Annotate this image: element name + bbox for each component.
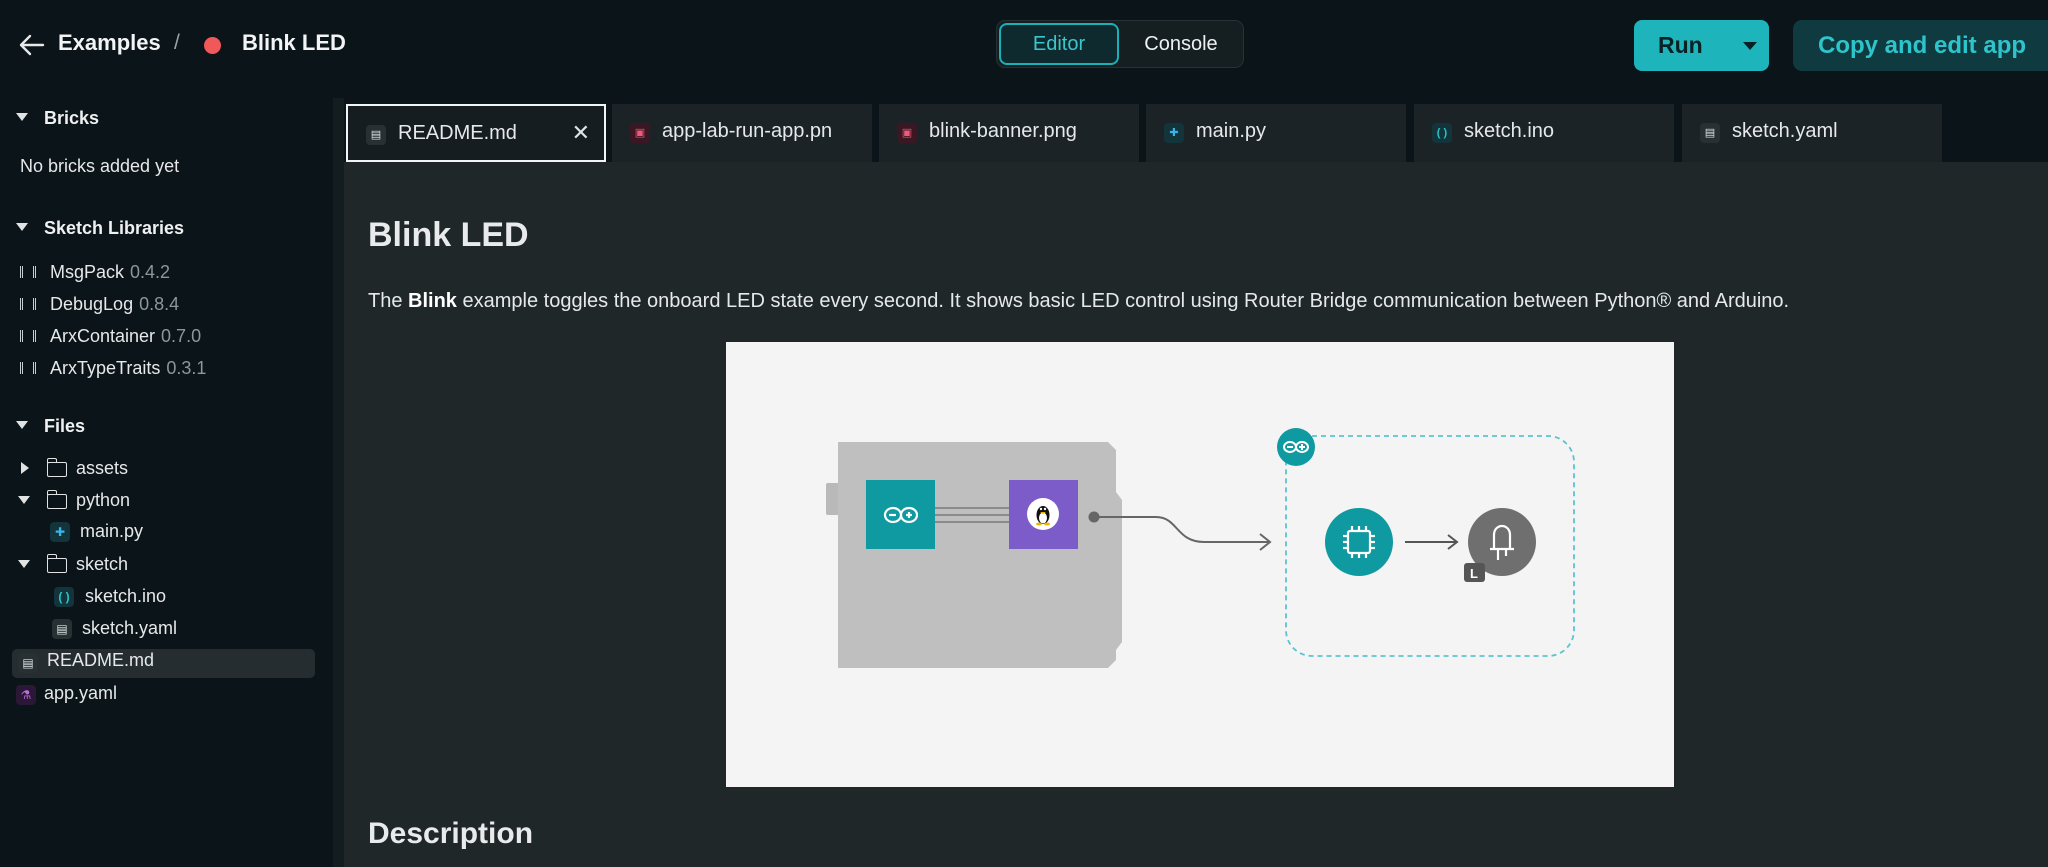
run-button-label: Run [1658, 32, 1703, 58]
file-label: main.py [80, 521, 144, 541]
chevron-down-icon [18, 496, 30, 504]
tab-label: sketch.ino [1464, 120, 1555, 142]
tab-main-py[interactable]: ✚ main.py [1146, 104, 1406, 162]
tab-label: sketch.yaml [1732, 120, 1838, 142]
breadcrumb-examples[interactable]: Examples [58, 30, 161, 56]
led-badge-letter: L [1470, 566, 1478, 581]
microcontroller-node [1325, 508, 1393, 576]
image-icon: ▣ [897, 123, 917, 143]
blink-diagram: L [826, 428, 1575, 668]
flask-icon: ⚗ [16, 685, 36, 705]
arduino-file-icon: ( ) [1432, 123, 1452, 143]
python-icon: ✚ [50, 522, 70, 542]
run-button[interactable]: Run [1634, 20, 1769, 71]
bricks-title: Bricks [44, 108, 100, 128]
libraries-title: Sketch Libraries [44, 218, 185, 238]
tab-sketch-yaml[interactable]: ▤ sketch.yaml [1682, 104, 1942, 162]
intro-text-start: The [368, 290, 409, 312]
breadcrumb-app-name: Blink LED [242, 30, 346, 55]
description-heading: Description [368, 817, 534, 850]
library-name: DebugLog [50, 294, 134, 314]
readme-title: Blink LED [368, 216, 529, 254]
intro-text-rest: example toggles the onboard LED state ev… [456, 290, 1790, 312]
library-item[interactable]: ArxContainer 0.7.0 [20, 326, 201, 347]
chevron-down-icon [16, 223, 28, 231]
python-icon: ✚ [1164, 123, 1184, 143]
tab-console[interactable]: Console [1125, 23, 1237, 65]
copy-and-edit-label: Copy and edit app [1818, 32, 2027, 59]
doc-icon: ▤ [1700, 123, 1720, 143]
tab-sketch-ino[interactable]: ( ) sketch.ino [1414, 104, 1674, 162]
doc-icon: ▤ [52, 619, 72, 639]
back-arrow-icon[interactable] [18, 28, 46, 62]
folder-icon [46, 554, 67, 573]
readme-intro: The Blink example toggles the onboard LE… [368, 290, 1789, 313]
folder-label: assets [76, 458, 129, 478]
library-version: 0.3.1 [166, 358, 207, 378]
library-item[interactable]: DebugLog 0.8.4 [20, 294, 179, 315]
tab-editor[interactable]: Editor [999, 23, 1119, 65]
sidebar: Bricks No bricks added yet Sketch Librar… [0, 98, 333, 867]
folder-icon [46, 458, 67, 477]
tab-app-lab-run-app[interactable]: ▣ app-lab-run-app.pn [612, 104, 872, 162]
bricks-section-header[interactable]: Bricks [16, 108, 99, 129]
tab-label: app-lab-run-app.pn [662, 120, 833, 142]
image-icon: ▣ [630, 123, 650, 143]
library-name: ArxContainer [50, 326, 156, 346]
app-status-dot [204, 37, 221, 54]
library-item[interactable]: MsgPack 0.4.2 [20, 262, 170, 283]
file-label: sketch.ino [85, 586, 167, 606]
library-name: MsgPack [50, 262, 125, 282]
library-version: 0.7.0 [161, 326, 202, 346]
library-icon [20, 298, 36, 310]
copy-and-edit-button[interactable]: Copy and edit app [1793, 20, 2048, 71]
no-bricks-text: No bricks added yet [20, 156, 180, 176]
chevron-right-icon [21, 462, 29, 474]
close-icon[interactable]: ✕ [572, 120, 590, 146]
chevron-down-icon [16, 421, 28, 429]
tab-label: blink-banner.png [929, 120, 1077, 142]
files-section-header[interactable]: Files [16, 416, 85, 437]
file-label[interactable]: README.md [47, 650, 154, 671]
tab-label: main.py [1196, 120, 1267, 142]
tab-blink-banner[interactable]: ▣ blink-banner.png [879, 104, 1139, 162]
file-label: sketch.yaml [82, 618, 178, 638]
chevron-down-icon[interactable] [1743, 42, 1757, 50]
file-label: app.yaml [44, 683, 118, 703]
sidebar-resize-handle[interactable] [333, 98, 344, 867]
files-title: Files [44, 416, 86, 436]
top-bar: Examples / Blink LED Editor Console Run … [0, 0, 2048, 98]
library-icon [20, 330, 36, 342]
tab-readme[interactable]: ▤ README.md ✕ [346, 104, 606, 162]
board-illustration [826, 442, 1122, 668]
folder-icon [46, 490, 67, 509]
doc-icon: ▤ [366, 125, 386, 145]
breadcrumb-separator: / [174, 31, 180, 54]
library-icon [20, 362, 36, 374]
folder-label: sketch [76, 554, 129, 574]
blink-banner-image: L [726, 342, 1674, 787]
folder-label: python [76, 490, 131, 510]
readme-preview: Blink LED The Blink example toggles the … [344, 162, 2048, 867]
editor-tab-bar: ▤ README.md ✕ ▣ app-lab-run-app.pn ▣ bli… [344, 100, 2048, 162]
tab-label: README.md [398, 122, 517, 144]
library-version: 0.4.2 [130, 262, 171, 282]
library-version: 0.8.4 [139, 294, 180, 314]
intro-text-bold: Blink [408, 290, 457, 312]
library-name: ArxTypeTraits [50, 358, 161, 378]
doc-icon: ▤ [18, 653, 38, 673]
arduino-file-icon: ( ) [54, 587, 74, 607]
library-item[interactable]: ArxTypeTraits 0.3.1 [20, 358, 206, 379]
libraries-section-header[interactable]: Sketch Libraries [16, 218, 184, 239]
library-icon [20, 266, 36, 278]
view-switcher: Editor Console [996, 20, 1244, 68]
chevron-down-icon [18, 560, 30, 568]
chevron-down-icon [16, 113, 28, 121]
